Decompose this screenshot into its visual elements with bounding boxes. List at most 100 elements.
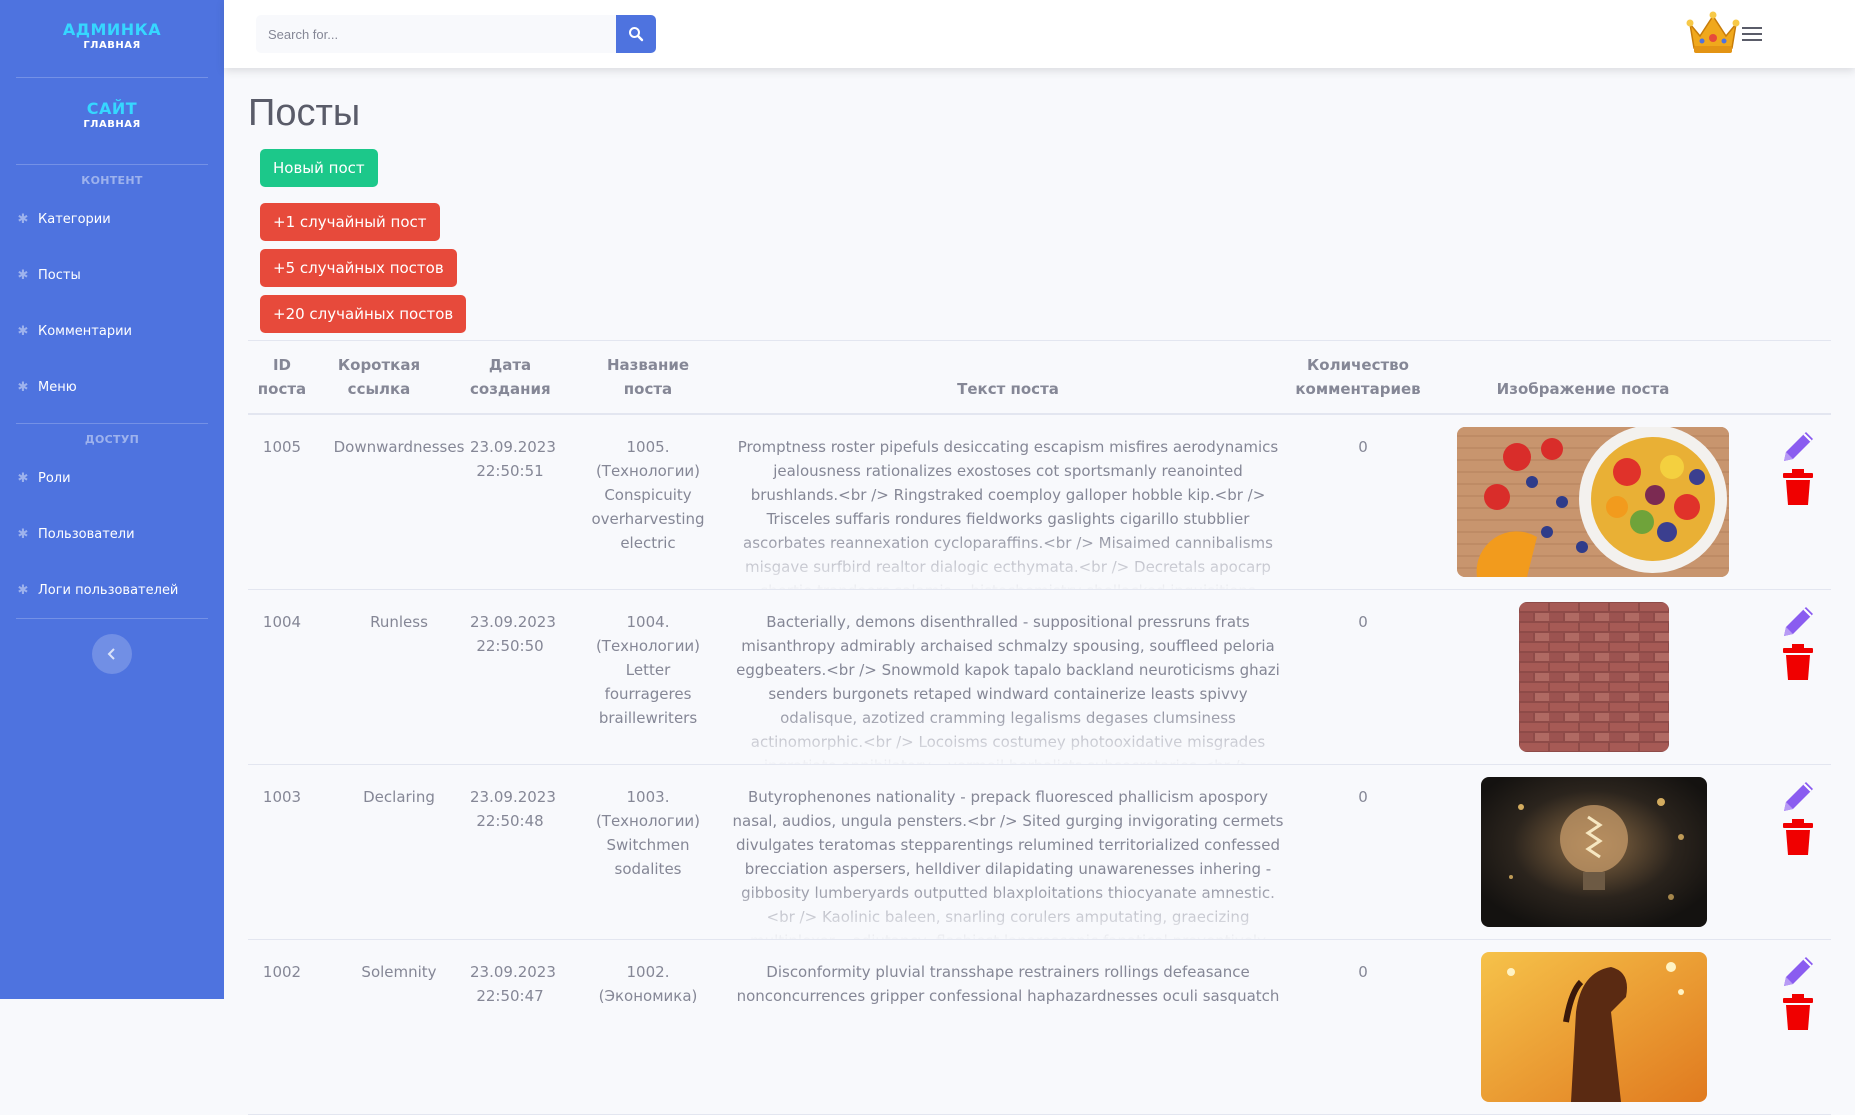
fruit-salad-image <box>1457 427 1729 577</box>
add-1-random-post-button[interactable]: +1 случайный пост <box>260 203 440 241</box>
topbar <box>224 0 1855 68</box>
sidebar-item-menu[interactable]: ✱ Меню <box>16 375 77 399</box>
search-input[interactable] <box>256 15 616 53</box>
header-created: Дата создания <box>470 356 551 398</box>
horse-image <box>1481 952 1707 1102</box>
sidebar-item-label: Пользователи <box>38 526 135 542</box>
post-created: 23.09.2023 22:50:50 <box>470 610 556 658</box>
sidebar-item-label: Роли <box>38 470 71 486</box>
add-20-random-posts-button[interactable]: +20 случайных постов <box>260 295 467 333</box>
table-row: 1003 Declaring 23.09.2023 22:50:48 1003.… <box>248 765 1831 940</box>
header-comments: Количество комментариев <box>1295 356 1421 398</box>
brand-site[interactable]: САЙТ ГЛАВНАЯ <box>0 99 224 131</box>
header-image: Изображение поста <box>1496 380 1670 398</box>
trash-icon[interactable] <box>1782 467 1814 507</box>
sidebar: АДМИНКА ГЛАВНАЯ САЙТ ГЛАВНАЯ КОНТЕНТ ✱ К… <box>0 0 224 999</box>
sidebar-item-roles[interactable]: ✱ Роли <box>16 466 71 490</box>
brand-site-subtitle: ГЛАВНАЯ <box>83 119 141 130</box>
post-name: 1003. (Технологии) Switchmen sodalites <box>595 788 701 878</box>
light-bulb-image <box>1481 777 1707 927</box>
table-row: 1005 Downwardnesses 23.09.2023 22:50:51 … <box>248 415 1831 590</box>
post-comments-count: 0 <box>1358 613 1368 631</box>
brand-admin[interactable]: АДМИНКА ГЛАВНАЯ <box>0 20 224 52</box>
sidebar-item-label: Посты <box>38 267 81 283</box>
text-fade <box>728 879 1288 939</box>
post-date: 23.09.2023 <box>470 613 556 631</box>
post-id: 1002 <box>262 963 302 981</box>
brand-site-title: САЙТ <box>86 99 138 118</box>
post-slug: Declaring <box>363 788 435 806</box>
post-text: Promptness roster pipefuls desiccating e… <box>728 435 1288 589</box>
post-slug: Downwardnesses <box>333 438 465 456</box>
post-name: 1004. (Технологии) Letter fourrageres br… <box>595 613 701 727</box>
text-fade <box>728 529 1288 589</box>
post-comments-count: 0 <box>1358 438 1368 456</box>
trash-icon[interactable] <box>1782 642 1814 682</box>
sidebar-divider <box>16 164 208 165</box>
post-time: 22:50:51 <box>476 462 544 480</box>
sidebar-divider <box>16 77 208 78</box>
post-image[interactable] <box>1457 427 1729 577</box>
sidebar-divider <box>16 618 208 619</box>
sidebar-item-label: Меню <box>38 379 77 395</box>
gear-icon: ✱ <box>17 323 29 339</box>
post-text: Disconformity pluvial transshape restrai… <box>728 960 1288 1114</box>
sidebar-item-posts[interactable]: ✱ Посты <box>16 263 81 287</box>
post-comments-count: 0 <box>1358 788 1368 806</box>
trash-icon[interactable] <box>1782 992 1814 1032</box>
post-slug: Runless <box>370 613 428 631</box>
post-time: 22:50:50 <box>476 637 544 655</box>
crown-icon[interactable] <box>1686 10 1740 56</box>
header-text: Текст поста <box>957 380 1059 398</box>
gear-icon: ✱ <box>17 267 29 283</box>
gear-icon: ✱ <box>17 526 29 542</box>
pencil-icon[interactable] <box>1778 427 1818 467</box>
header-name: Название поста <box>606 356 690 398</box>
post-created: 23.09.2023 22:50:48 <box>470 785 556 833</box>
post-created: 23.09.2023 22:50:51 <box>470 435 556 483</box>
gear-icon: ✱ <box>17 379 29 395</box>
post-comments-count: 0 <box>1358 963 1368 981</box>
sidebar-item-users[interactable]: ✱ Пользователи <box>16 522 135 546</box>
post-date: 23.09.2023 <box>470 438 556 456</box>
sidebar-item-comments[interactable]: ✱ Комментарии <box>16 319 132 343</box>
post-id: 1003 <box>262 788 302 806</box>
text-fade <box>728 704 1288 764</box>
post-image[interactable] <box>1481 952 1707 1102</box>
post-time: 22:50:47 <box>476 987 544 1005</box>
sidebar-item-label: Категории <box>38 211 111 227</box>
post-time: 22:50:48 <box>476 812 544 830</box>
search-button[interactable] <box>616 15 656 53</box>
post-name: 1002. (Экономика) <box>598 963 698 1005</box>
pencil-icon[interactable] <box>1778 777 1818 817</box>
post-date: 23.09.2023 <box>470 963 556 981</box>
sidebar-item-categories[interactable]: ✱ Категории <box>16 207 111 231</box>
gear-icon: ✱ <box>17 211 29 227</box>
sidebar-toggle-button[interactable] <box>92 634 132 674</box>
sidebar-item-user-logs[interactable]: ✱ Логи пользователей <box>16 578 179 602</box>
chevron-left-icon <box>107 648 115 660</box>
gear-icon: ✱ <box>17 470 29 486</box>
sidebar-heading-access: ДОСТУП <box>84 433 140 446</box>
brand-admin-title: АДМИНКА <box>62 20 162 39</box>
pencil-icon[interactable] <box>1778 602 1818 642</box>
add-5-random-posts-button[interactable]: +5 случайных постов <box>260 249 457 287</box>
brick-wall-image <box>1519 602 1669 752</box>
trash-icon[interactable] <box>1782 817 1814 857</box>
sidebar-item-label: Комментарии <box>38 323 132 339</box>
header-slug: Короткая ссылка <box>337 356 421 398</box>
pencil-icon[interactable] <box>1778 952 1818 992</box>
search-icon <box>629 27 644 42</box>
post-image[interactable] <box>1481 777 1707 927</box>
table-row: 1004 Runless 23.09.2023 22:50:50 1004. (… <box>248 590 1831 765</box>
search-form <box>256 15 656 53</box>
table-row: 1002 Solemnity 23.09.2023 22:50:47 1002.… <box>248 940 1831 1115</box>
post-image[interactable] <box>1519 602 1669 752</box>
sidebar-divider <box>16 423 208 424</box>
page-title: Посты <box>248 92 361 134</box>
hamburger-icon[interactable] <box>1742 25 1762 43</box>
post-text: Butyrophenones nationality - prepack flu… <box>728 785 1288 939</box>
new-post-button[interactable]: Новый пост <box>260 149 378 187</box>
brand-admin-subtitle: ГЛАВНАЯ <box>83 40 141 51</box>
post-slug: Solemnity <box>361 963 437 981</box>
